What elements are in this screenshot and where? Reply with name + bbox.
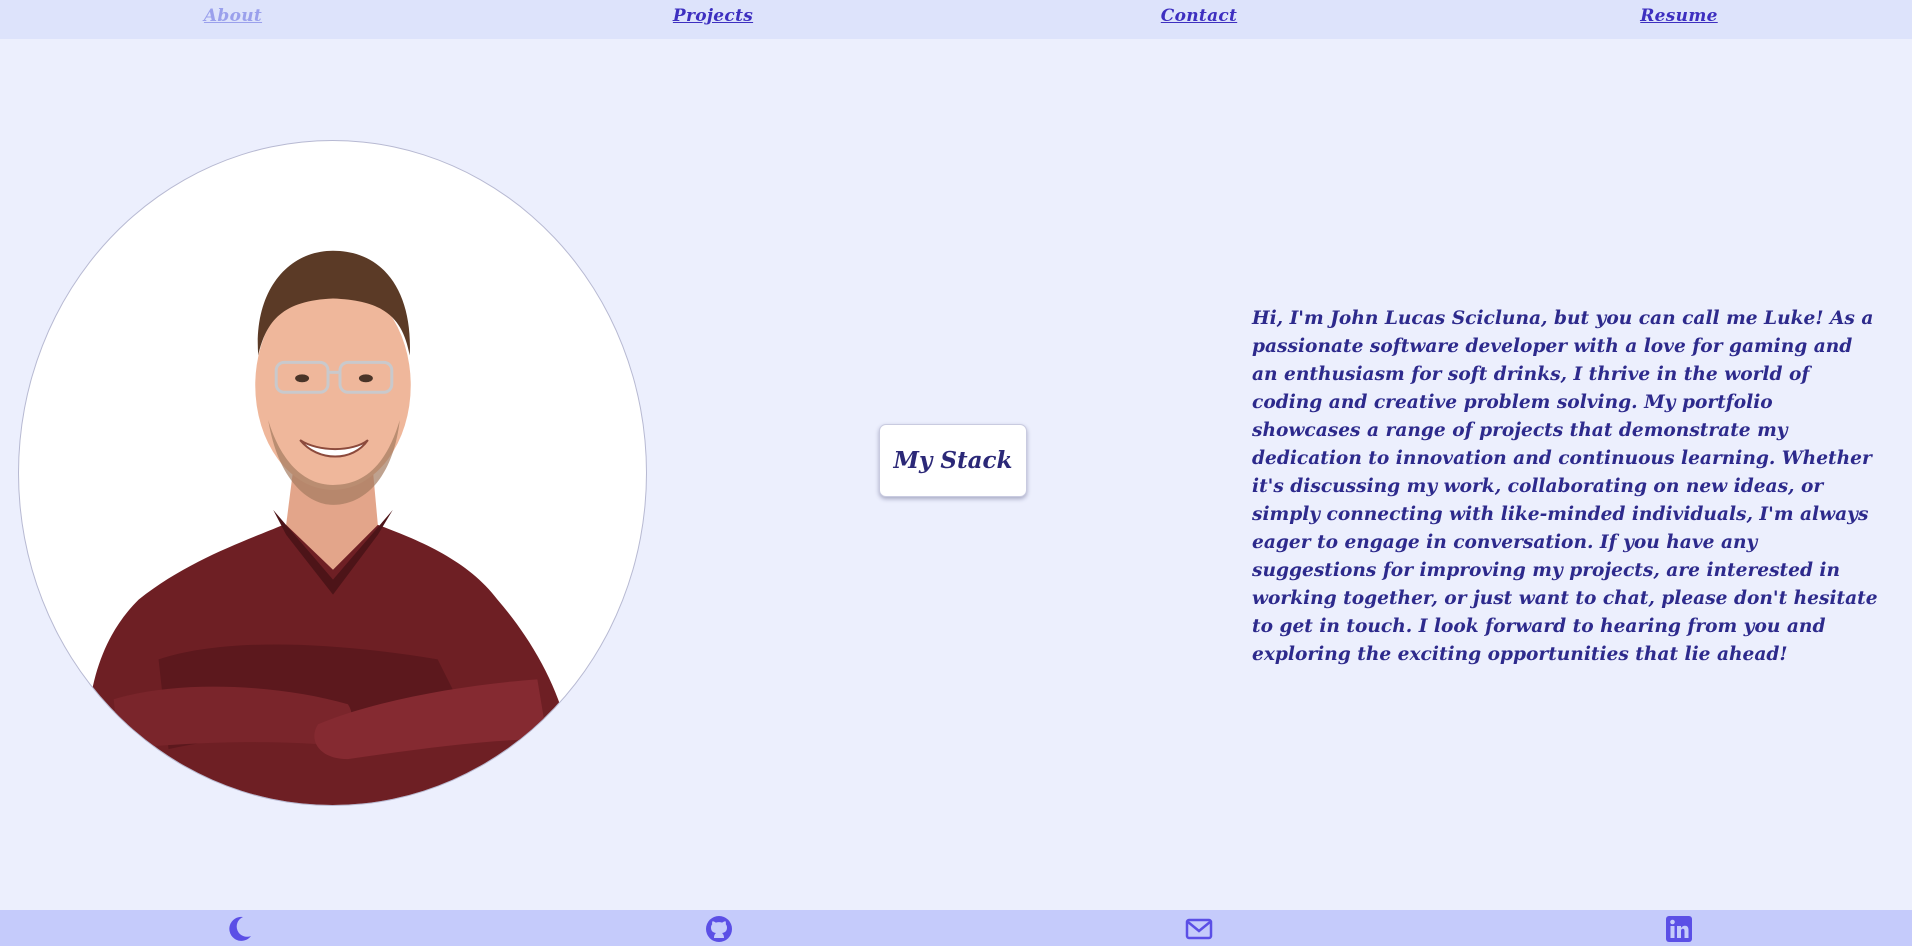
nav-projects[interactable]: Projects	[673, 6, 753, 26]
footer-bar	[0, 910, 1912, 946]
nav-contact[interactable]: Contact	[1161, 6, 1237, 26]
profile-photo	[18, 140, 647, 806]
github-icon[interactable]	[704, 914, 734, 944]
top-nav: About Projects Contact Resume	[0, 0, 1912, 39]
mail-icon[interactable]	[1184, 914, 1214, 944]
my-stack-button[interactable]: My Stack	[879, 424, 1027, 497]
moon-icon[interactable]	[224, 914, 254, 944]
linkedin-icon[interactable]	[1664, 914, 1694, 944]
nav-resume[interactable]: Resume	[1640, 6, 1717, 26]
nav-about[interactable]: About	[204, 6, 262, 26]
bio-text: Hi, I'm John Lucas Scicluna, but you can…	[1252, 308, 1878, 665]
